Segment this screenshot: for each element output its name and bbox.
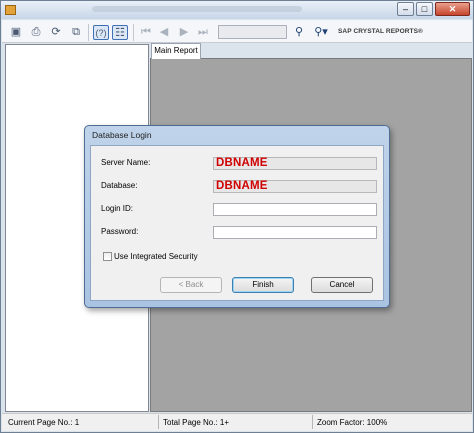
integrated-security-checkbox[interactable] — [103, 252, 112, 261]
toolbar-separator — [133, 24, 134, 41]
password-label: Password: — [101, 227, 139, 236]
zoom-factor-status: Zoom Factor: 100% — [317, 418, 388, 427]
total-page-status: Total Page No.: 1+ — [163, 418, 230, 427]
export-icon[interactable]: ▣ — [8, 25, 24, 40]
app-icon — [5, 5, 16, 15]
back-button[interactable]: < Back — [160, 277, 222, 293]
goto-page-input[interactable] — [218, 25, 287, 39]
status-separator — [312, 415, 313, 429]
server-name-field[interactable]: DBNAME — [213, 157, 377, 170]
first-page-icon[interactable]: ⏮ — [138, 25, 154, 40]
server-name-label: Server Name: — [101, 158, 151, 167]
database-label: Database: — [101, 181, 138, 190]
finish-button[interactable]: Finish — [232, 277, 294, 293]
status-separator — [158, 415, 159, 429]
find-icon[interactable]: ⚲ — [291, 25, 307, 40]
login-id-label: Login ID: — [101, 204, 134, 213]
close-button[interactable]: ✕ — [435, 2, 470, 16]
database-field[interactable]: DBNAME — [213, 180, 377, 193]
help-icon[interactable]: (?) — [93, 25, 109, 40]
integrated-security-label[interactable]: Use Integrated Security — [114, 252, 198, 261]
copy-icon[interactable]: ⧉ — [68, 25, 84, 40]
login-id-field[interactable] — [213, 203, 377, 216]
tab-main-report[interactable]: Main Report — [151, 43, 201, 59]
cancel-button[interactable]: Cancel — [311, 277, 373, 293]
print-icon[interactable]: ⎙ — [28, 25, 44, 40]
last-page-icon[interactable]: ⏭ — [195, 25, 211, 40]
window-title-blurred — [92, 6, 302, 12]
brand-label: SAP CRYSTAL REPORTS® — [338, 28, 423, 35]
minimize-button[interactable]: – — [397, 2, 414, 16]
toolbar-separator — [88, 24, 89, 41]
toggle-tree-icon[interactable]: ☷ — [112, 25, 128, 40]
next-page-icon[interactable]: ▶ — [176, 25, 192, 40]
dialog-title: Database Login — [92, 130, 152, 140]
refresh-icon[interactable]: ⟳ — [48, 25, 64, 40]
current-page-status: Current Page No.: 1 — [8, 418, 80, 427]
password-field[interactable] — [213, 226, 377, 239]
zoom-icon[interactable]: ⚲▾ — [310, 25, 332, 40]
prev-page-icon[interactable]: ◀ — [156, 25, 172, 40]
maximize-button[interactable]: □ — [416, 2, 433, 16]
